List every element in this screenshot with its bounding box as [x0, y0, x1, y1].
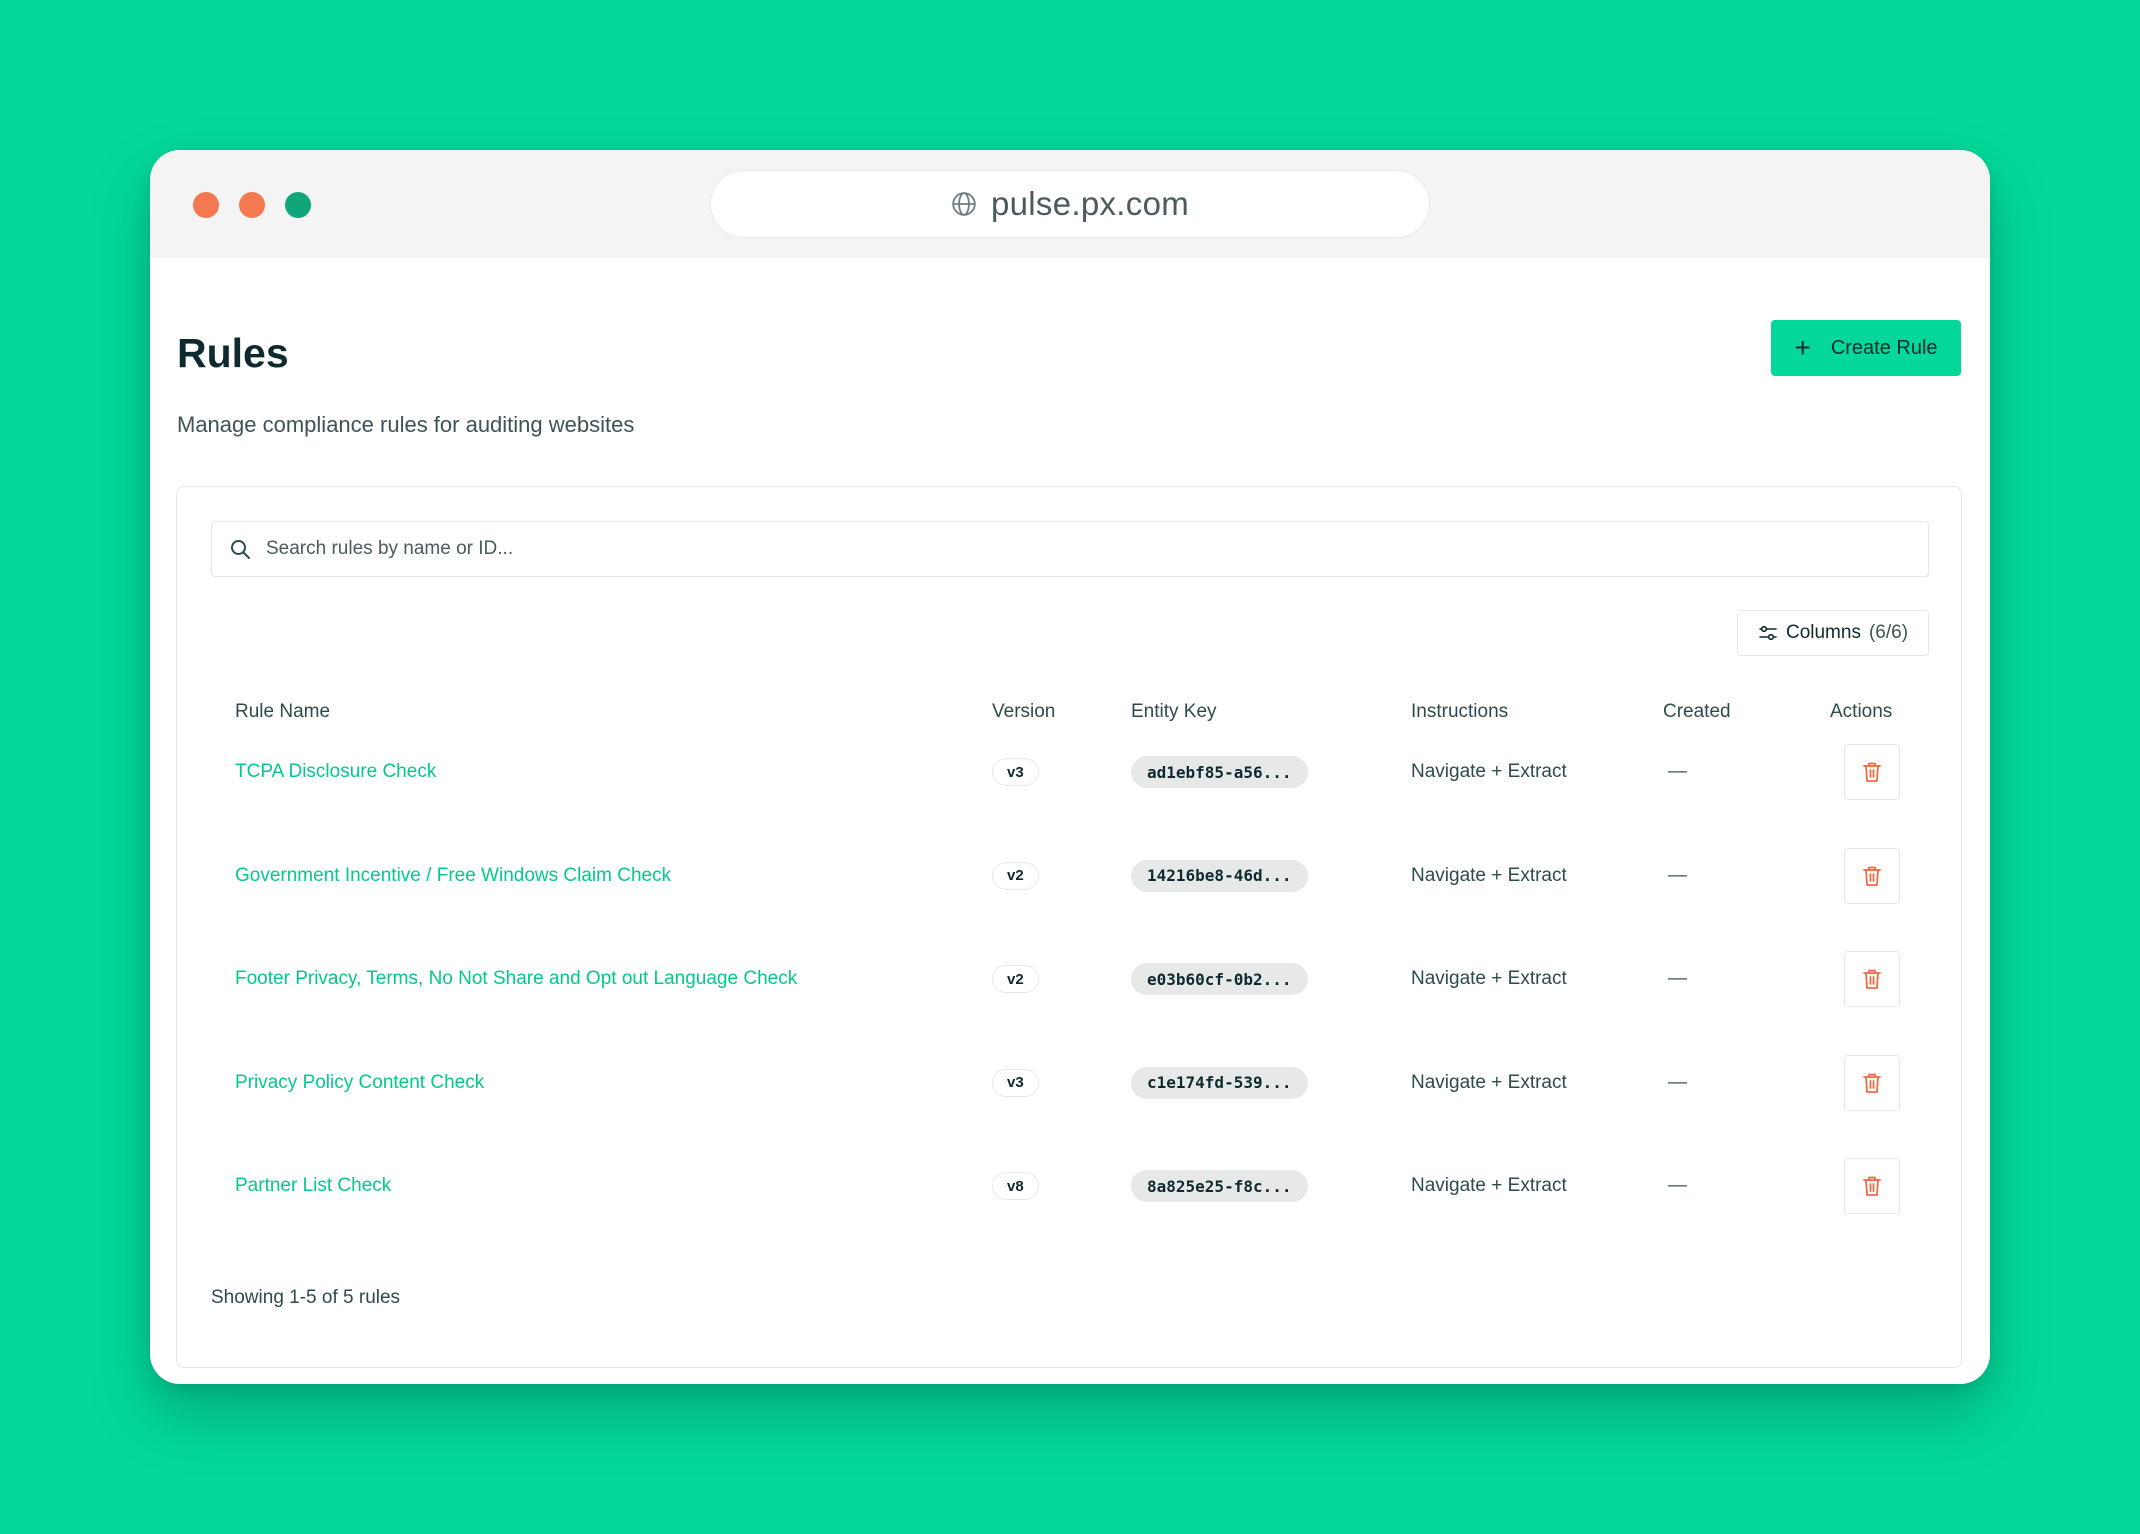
delete-rule-button[interactable] [1844, 951, 1900, 1007]
entity-key-pill[interactable]: e03b60cf-0b2... [1131, 963, 1308, 995]
page-title: Rules [177, 330, 289, 376]
table-row: Privacy Policy Content Check v3 c1e174fd-5… [177, 1053, 1961, 1113]
version-badge: v2 [992, 965, 1039, 993]
create-rule-label: Create Rule [1830, 336, 1938, 359]
entity-key-pill[interactable]: 8a825e25-f8c... [1131, 1170, 1308, 1202]
trash-icon [1863, 1176, 1881, 1196]
rule-name-link[interactable]: Government Incentive / Free Windows Clai… [235, 865, 671, 887]
columns-label: Columns [1785, 622, 1861, 643]
window-close-button[interactable] [193, 192, 219, 218]
table-header: Rule Name Version Entity Key Instruction… [177, 701, 1961, 731]
window-minimize-button[interactable] [239, 192, 265, 218]
window-maximize-button[interactable] [285, 192, 311, 218]
table-row: TCPA Disclosure Check v3 ad1ebf85-a56... Na… [177, 742, 1961, 802]
version-badge: v3 [992, 1068, 1039, 1097]
rule-name-link[interactable]: Partner List Check [235, 1175, 391, 1197]
globe-icon [952, 192, 976, 216]
delete-rule-button[interactable] [1844, 847, 1900, 904]
version-badge: v2 [992, 861, 1039, 890]
url-text: pulse.px.com [990, 185, 1190, 222]
column-header-actions: Actions [1830, 701, 1893, 722]
instructions-text: Navigate + Extract [1411, 968, 1567, 989]
rule-name-link[interactable]: Footer Privacy, Terms, No Not Share and … [235, 968, 797, 990]
column-header-instructions[interactable]: Instructions [1411, 701, 1508, 723]
table-row: Government Incentive / Free Windows Clai… [177, 846, 1961, 906]
column-header-version[interactable]: Version [992, 701, 1055, 723]
version-badge: v8 [992, 1172, 1039, 1200]
rules-card: Columns (6/6) Rule Name Version Entity K… [176, 486, 1962, 1368]
search-icon [231, 540, 250, 559]
created-value: — [1668, 1071, 1687, 1093]
search-box[interactable] [211, 521, 1929, 577]
column-header-entity-key[interactable]: Entity Key [1131, 701, 1217, 723]
browser-window: pulse.px.com Rules Manage compliance rul… [150, 150, 1990, 1384]
delete-rule-button[interactable] [1844, 1158, 1900, 1214]
table-row: Partner List Check v8 8a825e25-f8c... Navig… [177, 1156, 1961, 1216]
entity-key-pill[interactable]: ad1ebf85-a56... [1131, 756, 1308, 788]
trash-icon [1863, 762, 1881, 782]
instructions-text: Navigate + Extract [1411, 1071, 1567, 1093]
column-header-created[interactable]: Created [1663, 701, 1731, 723]
search-input[interactable] [266, 538, 1866, 560]
columns-button[interactable]: Columns (6/6) [1737, 610, 1929, 656]
delete-rule-button[interactable] [1844, 1054, 1900, 1111]
version-badge: v3 [992, 758, 1039, 786]
table-row: Footer Privacy, Terms, No Not Share and … [177, 949, 1961, 1009]
rule-name-link[interactable]: Privacy Policy Content Check [235, 1072, 484, 1094]
browser-titlebar: pulse.px.com [150, 150, 1990, 258]
instructions-text: Navigate + Extract [1411, 1175, 1567, 1196]
columns-count: (6/6) [1868, 622, 1909, 643]
created-value: — [1668, 968, 1687, 989]
rule-name-link[interactable]: TCPA Disclosure Check [235, 761, 436, 783]
create-rule-button[interactable]: + Create Rule [1771, 320, 1961, 376]
trash-icon [1863, 969, 1881, 989]
trash-icon [1863, 866, 1881, 886]
delete-rule-button[interactable] [1844, 744, 1900, 800]
trash-icon [1863, 1073, 1881, 1093]
created-value: — [1668, 761, 1687, 782]
sliders-icon [1759, 625, 1777, 641]
entity-key-pill[interactable]: 14216be8-46d... [1131, 859, 1308, 892]
created-value: — [1668, 1175, 1687, 1196]
created-value: — [1668, 864, 1687, 886]
entity-key-pill[interactable]: c1e174fd-539... [1131, 1066, 1308, 1099]
pagination-summary: Showing 1-5 of 5 rules [211, 1287, 401, 1308]
page-subtitle: Manage compliance rules for auditing web… [177, 412, 635, 437]
address-bar[interactable]: pulse.px.com [710, 170, 1430, 238]
column-header-rule-name[interactable]: Rule Name [235, 701, 330, 723]
plus-icon: + [1794, 332, 1811, 363]
instructions-text: Navigate + Extract [1411, 864, 1567, 886]
instructions-text: Navigate + Extract [1411, 761, 1567, 782]
